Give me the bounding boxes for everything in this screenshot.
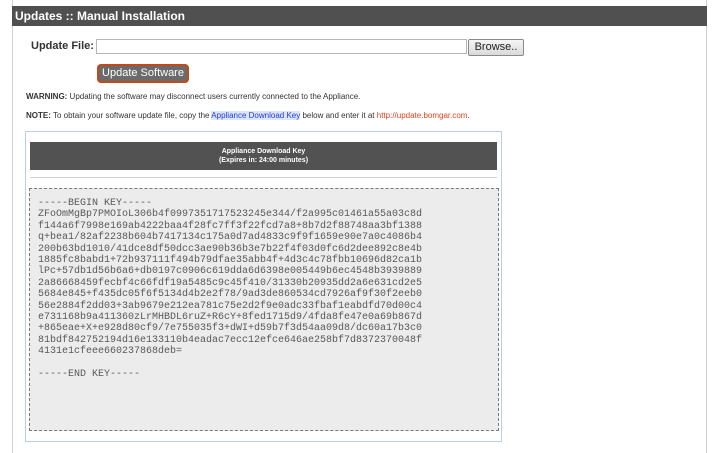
page-title: Updates :: Manual Installation bbox=[12, 6, 707, 26]
warning-prefix: WARNING: bbox=[26, 92, 68, 101]
download-key-text[interactable]: -----BEGIN KEY----- ZFoOmMgBp7PMOIoL306b… bbox=[38, 198, 498, 381]
download-key-panel: Appliance Download Key (Expires in: 24:0… bbox=[25, 131, 502, 442]
warning-text: Updating the software may disconnect use… bbox=[67, 92, 361, 101]
divider bbox=[30, 177, 497, 178]
note-text-middle: below and enter it at bbox=[300, 111, 377, 120]
update-site-link[interactable]: http://update.bomgar.com bbox=[377, 111, 468, 120]
download-key-box[interactable]: -----BEGIN KEY----- ZFoOmMgBp7PMOIoL306b… bbox=[29, 188, 499, 431]
key-header-expiry: (Expires in: 24:00 minutes) bbox=[218, 157, 309, 164]
update-software-button[interactable]: Update Software bbox=[97, 64, 189, 83]
note-text-after: . bbox=[467, 111, 470, 120]
update-file-label: Update File: bbox=[31, 40, 94, 52]
note-prefix: NOTE: bbox=[26, 111, 51, 120]
download-key-highlight: Appliance Download Key bbox=[211, 111, 301, 120]
key-header-title: Appliance Download Key bbox=[221, 148, 306, 155]
warning-message: WARNING: Updating the software may disco… bbox=[26, 92, 360, 101]
browse-button[interactable]: Browse.. bbox=[468, 39, 524, 56]
note-message: NOTE: To obtain your software update fil… bbox=[26, 111, 470, 120]
note-text-before: To obtain your software update file, cop… bbox=[50, 111, 212, 120]
update-file-input[interactable] bbox=[96, 39, 467, 54]
key-header: Appliance Download Key (Expires in: 24:0… bbox=[30, 142, 497, 170]
